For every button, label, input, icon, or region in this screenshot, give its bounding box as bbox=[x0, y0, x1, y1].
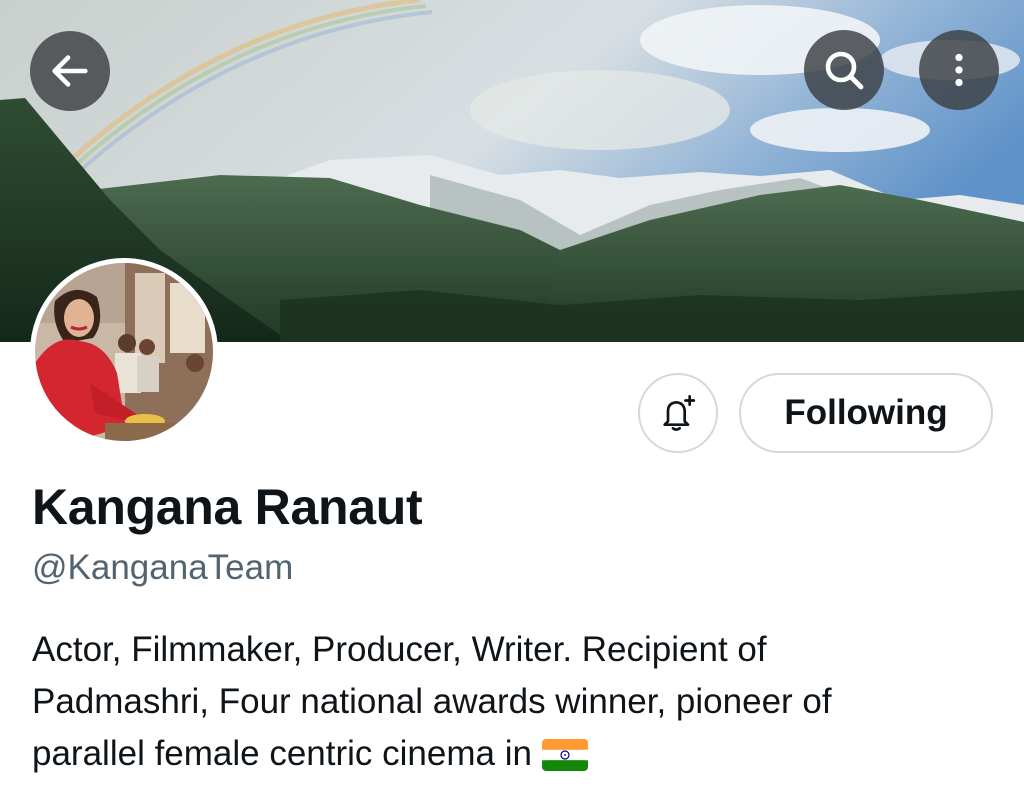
back-button[interactable] bbox=[30, 31, 110, 111]
display-name: Kangana Ranaut bbox=[32, 479, 423, 535]
user-handle: @KanganaTeam bbox=[32, 548, 294, 587]
bio-line-text: parallel female centric cinema in bbox=[32, 734, 532, 773]
bio-line: Padmashri, Four national awards winner, … bbox=[32, 682, 832, 721]
profile-avatar[interactable] bbox=[30, 258, 218, 446]
bio-line-last: parallel female centric cinema in bbox=[32, 728, 992, 780]
arrow-left-icon bbox=[52, 55, 88, 87]
following-button[interactable]: Following bbox=[739, 373, 993, 453]
more-options-button[interactable] bbox=[919, 30, 999, 110]
bell-plus-icon bbox=[663, 395, 696, 431]
india-flag-icon bbox=[541, 739, 588, 771]
more-vertical-icon bbox=[955, 53, 963, 87]
search-button[interactable] bbox=[804, 30, 884, 110]
bio-line: Actor, Filmmaker, Producer, Writer. Reci… bbox=[32, 630, 767, 669]
notifications-button[interactable] bbox=[638, 373, 718, 453]
profile-bio: Actor, Filmmaker, Producer, Writer. Reci… bbox=[32, 624, 992, 780]
search-icon bbox=[825, 51, 864, 90]
avatar-photo bbox=[35, 263, 213, 441]
